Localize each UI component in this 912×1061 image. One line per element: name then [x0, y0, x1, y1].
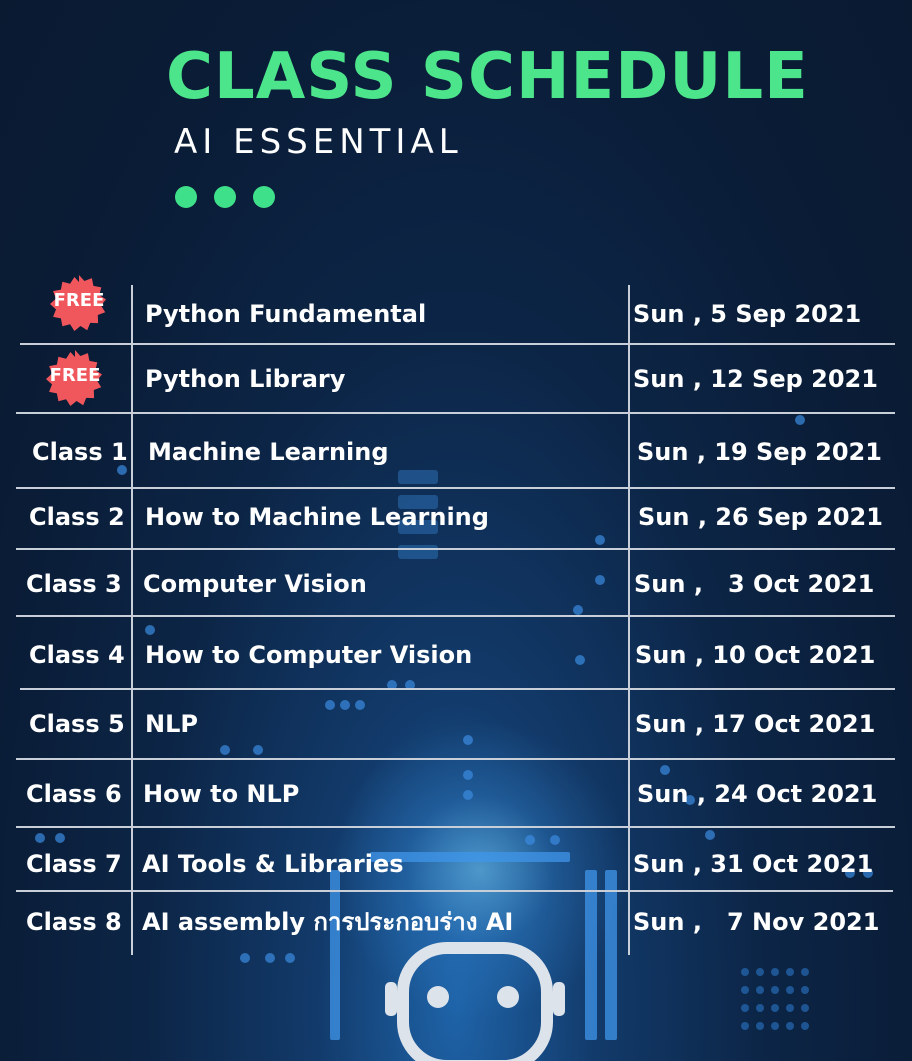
dot-icon: [175, 186, 197, 208]
class-label: Class 5: [29, 710, 125, 738]
class-label: Class 8: [26, 908, 122, 936]
free-badge-label: FREE: [49, 365, 101, 386]
class-date: Sun , 12 Sep 2021: [633, 365, 878, 393]
class-date: Sun , 26 Sep 2021: [638, 503, 883, 531]
row-divider: [16, 548, 895, 550]
class-topic: Machine Learning: [148, 438, 389, 466]
class-label: Class 7: [26, 850, 122, 878]
class-topic: How to Machine Learning: [145, 503, 489, 531]
class-date: Sun , 3 Oct 2021: [634, 570, 875, 598]
dot-icon: [253, 186, 275, 208]
row-divider: [16, 826, 895, 828]
class-date: Sun , 24 Oct 2021: [637, 780, 878, 808]
robot-icon: [385, 942, 565, 1061]
class-topic: AI Tools & Libraries: [142, 850, 404, 878]
row-divider: [16, 487, 895, 489]
column-divider: [628, 285, 630, 955]
class-topic: How to Computer Vision: [145, 641, 473, 669]
class-label: Class 4: [29, 641, 125, 669]
class-date: Sun , 5 Sep 2021: [633, 300, 862, 328]
class-label: Class 3: [26, 570, 122, 598]
class-date: Sun , 19 Sep 2021: [637, 438, 882, 466]
class-date: Sun , 7 Nov 2021: [633, 908, 880, 936]
class-date: Sun , 10 Oct 2021: [635, 641, 876, 669]
class-topic: AI assembly การประกอบร่าง AI: [142, 908, 514, 936]
row-divider: [20, 688, 895, 690]
class-date: Sun , 17 Oct 2021: [635, 710, 876, 738]
class-date: Sun , 31 Oct 2021: [633, 850, 874, 878]
column-divider: [131, 285, 133, 955]
free-badge-icon: FREE: [48, 273, 110, 335]
row-divider: [16, 890, 893, 892]
row-divider: [16, 412, 895, 414]
dot-icon: [214, 186, 236, 208]
class-label: Class 6: [26, 780, 122, 808]
row-divider: [16, 615, 895, 617]
class-topic: How to NLP: [143, 780, 300, 808]
page-title: CLASS SCHEDULE: [166, 40, 809, 114]
class-label: Class 1: [32, 438, 128, 466]
row-divider: [20, 343, 895, 345]
page-subtitle: AI ESSENTIAL: [174, 122, 463, 162]
row-divider: [16, 758, 895, 760]
class-topic: Python Fundamental: [145, 300, 427, 328]
class-topic: NLP: [145, 710, 198, 738]
class-topic: Python Library: [145, 365, 346, 393]
class-topic: Computer Vision: [143, 570, 367, 598]
free-badge-icon: FREE: [44, 348, 106, 410]
free-badge-label: FREE: [53, 290, 105, 311]
class-label: Class 2: [29, 503, 125, 531]
